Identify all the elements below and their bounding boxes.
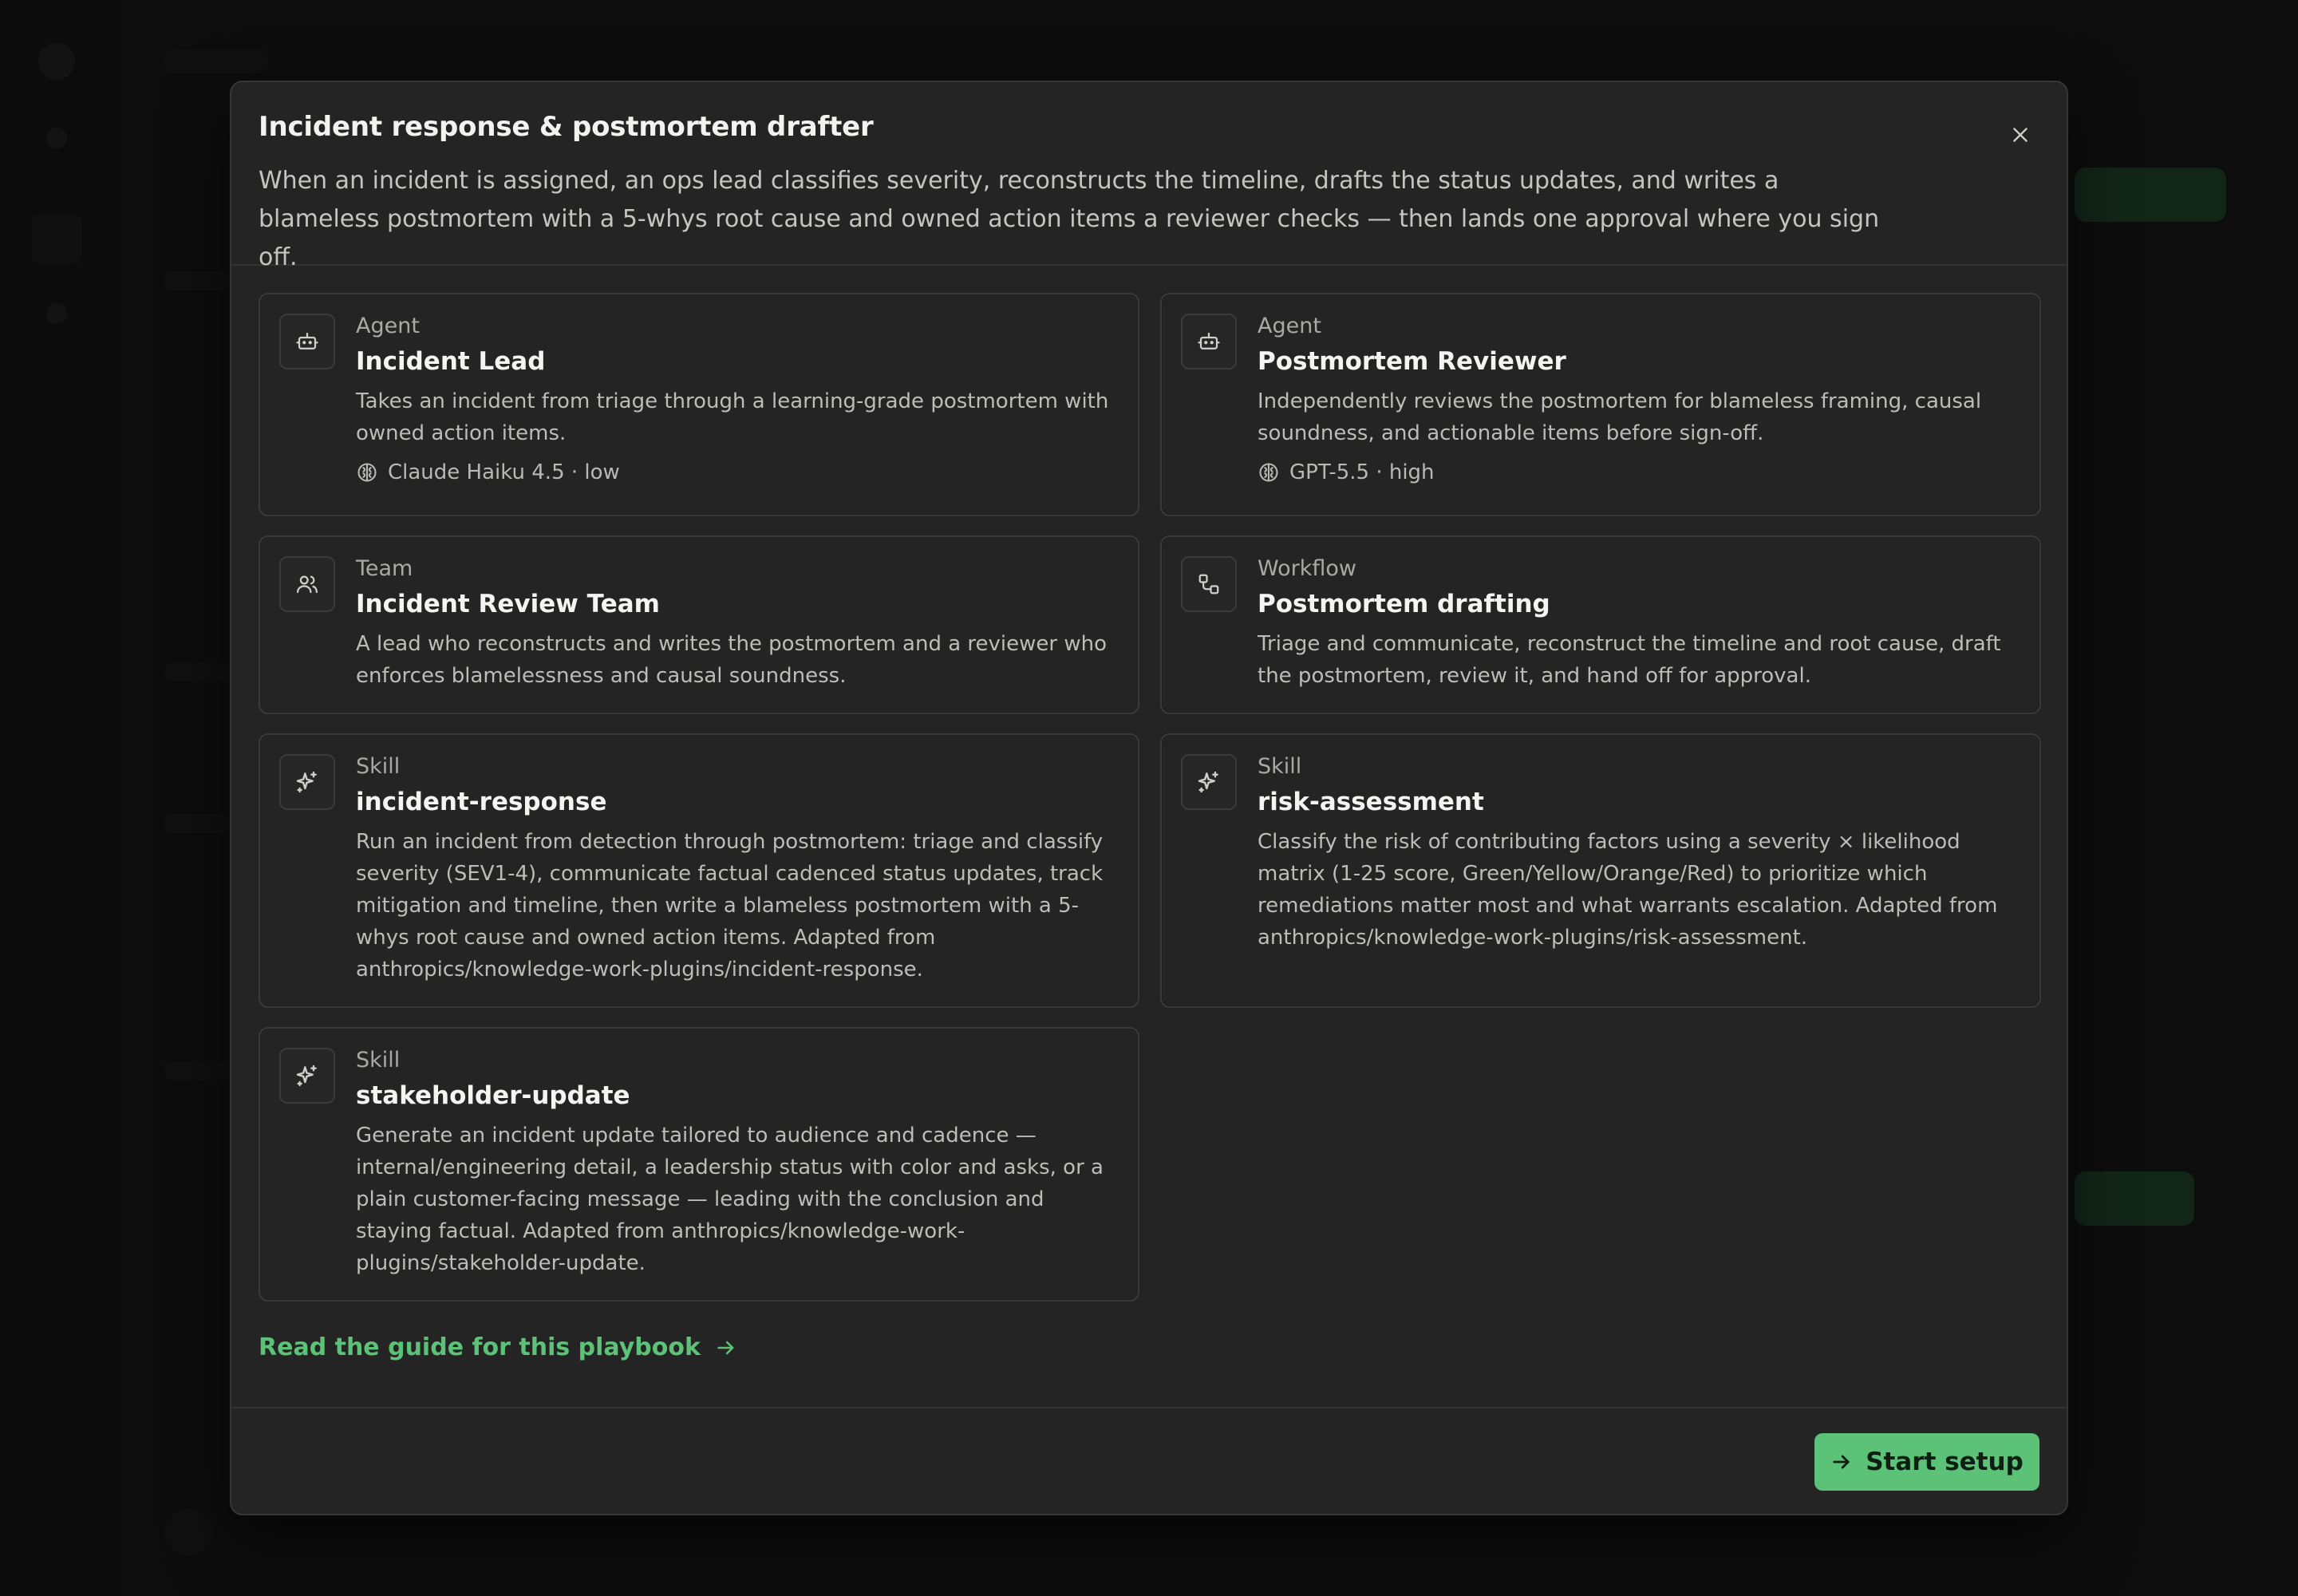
footer-divider — [231, 1407, 2067, 1408]
workflow-icon — [1181, 556, 1237, 612]
model-label: Claude Haiku 4.5 · low — [388, 460, 620, 484]
card-description: Classify the risk of contributing factor… — [1258, 830, 1998, 950]
sparkle-icon — [279, 754, 335, 810]
card-description: Independently reviews the postmortem for… — [1258, 389, 1982, 445]
playbook-modal: Incident response & postmortem drafter W… — [230, 81, 2068, 1515]
sparkle-icon — [279, 1048, 335, 1104]
card-type: Agent — [1258, 314, 1321, 338]
card-type: Workflow — [1258, 556, 1356, 581]
card-type: Skill — [356, 754, 401, 779]
card-team-incident-review[interactable]: Team Incident Review Team A lead who rec… — [259, 535, 1139, 714]
card-type: Team — [356, 556, 413, 581]
arrow-right-icon — [1833, 1455, 1850, 1469]
robot-icon — [1181, 314, 1237, 369]
card-type: Agent — [356, 314, 420, 338]
close-button[interactable] — [2003, 117, 2038, 152]
card-name: stakeholder-update — [356, 1081, 630, 1110]
close-icon — [2013, 128, 2028, 142]
card-name: Incident Lead — [356, 347, 546, 376]
card-workflow-postmortem-drafting[interactable]: Workflow Postmortem drafting Triage and … — [1160, 535, 2041, 714]
card-description: Run an incident from detection through p… — [356, 830, 1104, 982]
card-skill-incident-response[interactable]: Skill incident-response Run an incident … — [259, 733, 1139, 1008]
card-name: Postmortem drafting — [1258, 590, 1550, 618]
card-name: Postmortem Reviewer — [1258, 347, 1566, 376]
guide-link-label: Read the guide for this playbook — [259, 1333, 701, 1361]
brain-icon — [1259, 463, 1278, 482]
card-description: A lead who reconstructs and writes the p… — [356, 632, 1108, 688]
card-model: Claude Haiku 4.5 · low — [356, 460, 620, 484]
card-skill-stakeholder-update[interactable]: Skill stakeholder-update Generate an inc… — [259, 1027, 1139, 1302]
card-agent-incident-lead[interactable]: Agent Incident Lead Takes an incident fr… — [259, 293, 1139, 516]
users-icon — [279, 556, 335, 612]
sparkle-icon — [1181, 754, 1237, 810]
card-description: Triage and communicate, reconstruct the … — [1258, 632, 2001, 688]
card-name: incident-response — [356, 788, 607, 816]
card-skill-risk-assessment[interactable]: Skill risk-assessment Classify the risk … — [1160, 733, 2041, 1008]
card-model: GPT-5.5 · high — [1258, 460, 1435, 484]
brain-icon — [357, 463, 377, 482]
modal-header: Incident response & postmortem drafter W… — [231, 82, 2067, 271]
card-description: Generate an incident update tailored to … — [356, 1124, 1104, 1275]
card-description: Takes an incident from triage through a … — [356, 389, 1109, 445]
start-setup-label: Start setup — [1866, 1448, 2024, 1476]
card-type: Skill — [356, 1048, 401, 1073]
model-label: GPT-5.5 · high — [1289, 460, 1435, 484]
card-name: Incident Review Team — [356, 590, 660, 618]
card-type: Skill — [1258, 754, 1302, 779]
start-setup-button[interactable]: Start setup — [1814, 1433, 2039, 1491]
robot-icon — [279, 314, 335, 369]
arrow-right-icon — [717, 1341, 734, 1354]
card-agent-postmortem-reviewer[interactable]: Agent Postmortem Reviewer Independently … — [1160, 293, 2041, 516]
modal-title: Incident response & postmortem drafter — [259, 111, 874, 143]
card-name: risk-assessment — [1258, 788, 1484, 816]
modal-description: When an incident is assigned, an ops lea… — [259, 167, 1880, 271]
guide-link[interactable]: Read the guide for this playbook — [259, 1333, 737, 1361]
